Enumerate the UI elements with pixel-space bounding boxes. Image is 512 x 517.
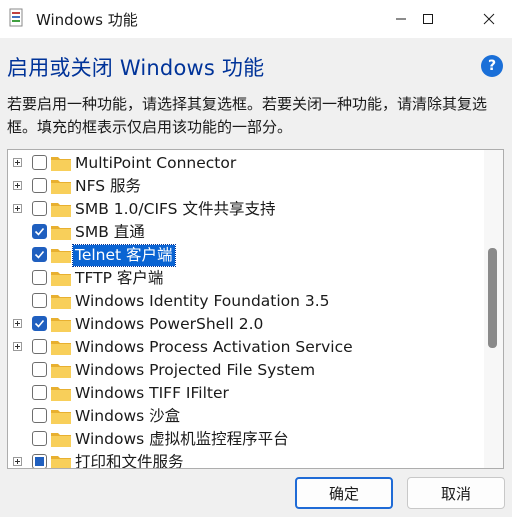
- folder-icon: [51, 180, 71, 194]
- feature-checkbox[interactable]: [32, 408, 47, 423]
- maximize-button[interactable]: [405, 0, 451, 38]
- feature-checkbox[interactable]: [32, 316, 47, 331]
- close-icon: [483, 13, 495, 25]
- feature-label: Windows Projected File System: [75, 361, 316, 379]
- feature-item[interactable]: Windows Identity Foundation 3.5: [8, 290, 478, 313]
- checkmark-icon: [34, 227, 45, 236]
- feature-checkbox[interactable]: [32, 201, 47, 216]
- feature-item[interactable]: MultiPoint Connector: [8, 152, 478, 175]
- vertical-scrollbar[interactable]: [484, 150, 503, 468]
- feature-label: Windows 虚拟机监控程序平台: [75, 430, 289, 448]
- feature-item[interactable]: Windows 虚拟机监控程序平台: [8, 428, 478, 451]
- feature-label: Windows Process Activation Service: [75, 338, 353, 356]
- dialog-content: 启用或关闭 Windows 功能 ? 若要启用一种功能，请选择其复选框。若要关闭…: [0, 38, 512, 517]
- folder-icon: [51, 295, 71, 309]
- maximize-icon: [423, 14, 433, 24]
- expand-icon[interactable]: [13, 457, 22, 466]
- feature-item[interactable]: SMB 1.0/CIFS 文件共享支持: [8, 198, 478, 221]
- feature-label: Windows TIFF IFilter: [75, 384, 229, 402]
- feature-item[interactable]: SMB 直通: [8, 221, 478, 244]
- feature-tree[interactable]: MultiPoint Connector NFS 服务 SMB 1.0/CIFS 文…: [7, 149, 504, 469]
- feature-checkbox[interactable]: [32, 178, 47, 193]
- partial-check-icon: [35, 457, 44, 466]
- feature-item[interactable]: Telnet 客户端: [8, 244, 478, 267]
- feature-checkbox[interactable]: [32, 385, 47, 400]
- feature-label: Windows Identity Foundation 3.5: [75, 292, 330, 310]
- feature-item[interactable]: Windows TIFF IFilter: [8, 382, 478, 405]
- feature-label: NFS 服务: [75, 177, 142, 195]
- page-title: 启用或关闭 Windows 功能: [7, 56, 265, 80]
- feature-item[interactable]: TFTP 客户端: [8, 267, 478, 290]
- feature-item[interactable]: NFS 服务: [8, 175, 478, 198]
- folder-icon: [51, 249, 71, 263]
- feature-item[interactable]: Windows Process Activation Service: [8, 336, 478, 359]
- checkmark-icon: [34, 319, 45, 328]
- folder-icon: [51, 410, 71, 424]
- windows-features-icon: [9, 8, 23, 27]
- expand-icon[interactable]: [13, 158, 22, 167]
- feature-checkbox[interactable]: [32, 247, 47, 262]
- folder-icon: [51, 226, 71, 240]
- folder-icon: [51, 203, 71, 217]
- feature-label: Telnet 客户端: [72, 244, 176, 267]
- expand-icon[interactable]: [13, 342, 22, 351]
- cancel-button[interactable]: 取消: [407, 477, 505, 509]
- feature-label: SMB 直通: [75, 223, 145, 241]
- feature-checkbox[interactable]: [32, 431, 47, 446]
- feature-checkbox[interactable]: [32, 224, 47, 239]
- feature-checkbox[interactable]: [32, 293, 47, 308]
- folder-icon: [51, 433, 71, 447]
- expand-icon[interactable]: [13, 319, 22, 328]
- close-button[interactable]: [466, 0, 512, 38]
- folder-icon: [51, 456, 71, 468]
- feature-item[interactable]: Windows PowerShell 2.0: [8, 313, 478, 336]
- folder-icon: [51, 341, 71, 355]
- title-bar: Windows 功能: [0, 0, 512, 38]
- feature-checkbox[interactable]: [32, 362, 47, 377]
- feature-label: TFTP 客户端: [75, 269, 164, 287]
- folder-icon: [51, 318, 71, 332]
- folder-icon: [51, 272, 71, 286]
- instructions-text: 若要启用一种功能，请选择其复选框。若要关闭一种功能，请清除其复选框。填充的框表示…: [7, 95, 488, 136]
- feature-checkbox[interactable]: [32, 339, 47, 354]
- feature-item[interactable]: Windows 沙盒: [8, 405, 478, 428]
- feature-label: MultiPoint Connector: [75, 154, 237, 172]
- folder-icon: [51, 157, 71, 171]
- feature-checkbox[interactable]: [32, 155, 47, 170]
- help-icon[interactable]: ?: [481, 55, 503, 77]
- expand-icon[interactable]: [13, 181, 22, 190]
- window-title: Windows 功能: [36, 11, 138, 29]
- folder-icon: [51, 387, 71, 401]
- expand-icon[interactable]: [13, 204, 22, 213]
- feature-item[interactable]: 打印和文件服务: [8, 451, 478, 469]
- folder-icon: [51, 364, 71, 378]
- feature-label: SMB 1.0/CIFS 文件共享支持: [75, 200, 276, 218]
- feature-label: 打印和文件服务: [75, 453, 184, 469]
- feature-item[interactable]: Windows Projected File System: [8, 359, 478, 382]
- ok-button[interactable]: 确定: [295, 477, 393, 509]
- checkmark-icon: [34, 250, 45, 259]
- scrollbar-thumb[interactable]: [488, 248, 497, 348]
- feature-label: Windows 沙盒: [75, 407, 181, 425]
- feature-checkbox[interactable]: [32, 270, 47, 285]
- feature-label: Windows PowerShell 2.0: [75, 315, 264, 333]
- feature-checkbox[interactable]: [32, 454, 47, 468]
